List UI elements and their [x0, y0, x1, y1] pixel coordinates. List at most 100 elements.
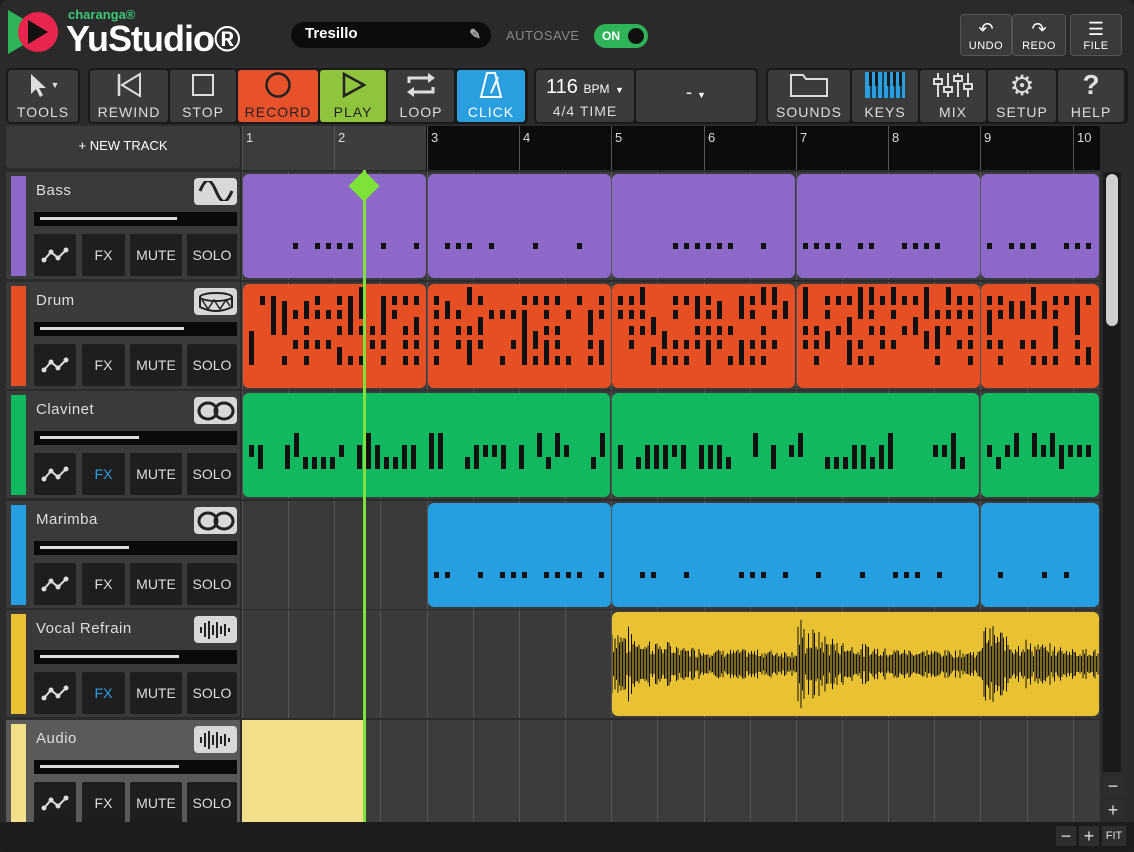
track-header-drum[interactable]: Drum FX MUTE SOLO	[6, 282, 240, 389]
loop-icon[interactable]	[194, 507, 237, 534]
fx-button[interactable]: FX	[82, 563, 125, 605]
mute-button[interactable]: MUTE	[130, 672, 182, 714]
midi-clip[interactable]	[797, 174, 980, 278]
volume-slider[interactable]	[34, 212, 237, 226]
track-header-audio[interactable]: Audio FX MUTE SOLO	[6, 720, 240, 827]
sounds-button[interactable]: SOUNDS	[768, 70, 850, 122]
undo-button[interactable]: ↶ UNDO	[960, 14, 1012, 56]
vertical-zoom-in-button[interactable]: +	[1103, 800, 1123, 820]
tempo-button[interactable]: 116 BPM ▼ 4/4 TIME	[536, 70, 634, 122]
loop-button[interactable]: LOOP	[388, 70, 454, 122]
midi-clip[interactable]	[612, 393, 979, 497]
volume-slider[interactable]	[34, 650, 237, 664]
automation-button[interactable]	[34, 234, 76, 276]
volume-slider[interactable]	[34, 760, 237, 774]
track-lane[interactable]	[242, 501, 1100, 609]
play-button[interactable]: PLAY	[320, 70, 386, 122]
automation-button[interactable]	[34, 672, 76, 714]
volume-slider[interactable]	[34, 541, 237, 555]
track-name[interactable]: Clavinet	[36, 401, 94, 418]
mute-button[interactable]: MUTE	[130, 453, 182, 495]
file-button[interactable]: ☰ FILE	[1070, 14, 1122, 56]
audio-wave-icon[interactable]	[194, 616, 237, 643]
track-lane[interactable]	[242, 610, 1100, 718]
automation-button[interactable]	[34, 344, 76, 386]
vertical-scrollbar[interactable]	[1103, 172, 1121, 772]
midi-clip[interactable]	[428, 503, 611, 607]
horizontal-zoom-out-button[interactable]: −	[1056, 826, 1076, 846]
drum-icon[interactable]	[194, 288, 237, 315]
tools-button[interactable]: ▼ TOOLS	[8, 70, 78, 122]
timeline-ruler[interactable]: 1 2 3 4 5 6 7 8 9 10	[242, 126, 1100, 170]
new-track-button[interactable]: + NEW TRACK	[6, 126, 240, 168]
midi-clip[interactable]	[797, 284, 980, 388]
midi-clip[interactable]	[428, 284, 611, 388]
track-name[interactable]: Bass	[36, 182, 71, 199]
track-name[interactable]: Marimba	[36, 511, 98, 528]
audio-clip[interactable]	[242, 720, 364, 828]
vertical-zoom-out-button[interactable]: −	[1103, 776, 1123, 796]
mute-button[interactable]: MUTE	[130, 344, 182, 386]
track-header-marimba[interactable]: Marimba FX MUTE SOLO	[6, 501, 240, 608]
track-header-bass[interactable]: Bass FX MUTE SOLO	[6, 172, 240, 279]
solo-button[interactable]: SOLO	[187, 453, 237, 495]
help-button[interactable]: ? HELP	[1058, 69, 1124, 122]
mute-button[interactable]: MUTE	[130, 234, 182, 276]
track-name[interactable]: Drum	[36, 292, 75, 309]
track-header-clavinet[interactable]: Clavinet FX MUTE SOLO	[6, 391, 240, 498]
click-button[interactable]: CLICK	[457, 70, 525, 122]
midi-clip[interactable]	[612, 174, 795, 278]
track-lane[interactable]	[242, 391, 1100, 499]
automation-button[interactable]	[34, 782, 76, 824]
setup-button[interactable]: ⚙ SETUP	[988, 70, 1056, 122]
midi-clip[interactable]	[243, 174, 426, 278]
stop-button[interactable]: STOP	[170, 70, 236, 122]
scrollbar-thumb[interactable]	[1106, 174, 1118, 326]
solo-button[interactable]: SOLO	[187, 563, 237, 605]
midi-clip[interactable]	[243, 393, 610, 497]
keys-button[interactable]: KEYS	[852, 70, 918, 122]
fx-button[interactable]: FX	[82, 234, 125, 276]
midi-clip[interactable]	[428, 174, 611, 278]
mute-button[interactable]: MUTE	[130, 563, 182, 605]
key-button[interactable]: - ▼	[636, 70, 756, 122]
fx-button[interactable]: FX	[82, 453, 125, 495]
fx-button[interactable]: FX	[82, 344, 125, 386]
track-name[interactable]: Audio	[36, 730, 77, 747]
volume-slider[interactable]	[34, 322, 237, 336]
solo-button[interactable]: SOLO	[187, 344, 237, 386]
fit-button[interactable]: FIT	[1102, 826, 1126, 846]
rewind-button[interactable]: REWIND	[90, 70, 168, 122]
project-name-field[interactable]: Tresillo ✎	[291, 22, 491, 48]
volume-slider[interactable]	[34, 431, 237, 445]
mute-button[interactable]: MUTE	[130, 782, 182, 824]
fx-button[interactable]: FX	[82, 782, 125, 824]
record-button[interactable]: RECORD	[238, 70, 318, 122]
solo-button[interactable]: SOLO	[187, 234, 237, 276]
solo-button[interactable]: SOLO	[187, 672, 237, 714]
playhead[interactable]	[363, 170, 366, 822]
sine-wave-icon[interactable]	[194, 178, 237, 205]
autosave-toggle[interactable]: ON	[594, 24, 648, 48]
solo-button[interactable]: SOLO	[187, 782, 237, 824]
midi-clip[interactable]	[981, 174, 1099, 278]
audio-wave-icon[interactable]	[194, 726, 237, 753]
track-name[interactable]: Vocal Refrain	[36, 620, 132, 637]
horizontal-zoom-in-button[interactable]: +	[1079, 826, 1099, 846]
redo-button[interactable]: ↷ REDO	[1012, 14, 1066, 56]
midi-clip[interactable]	[981, 393, 1099, 497]
midi-clip[interactable]	[243, 284, 426, 388]
audio-clip[interactable]	[612, 612, 1099, 716]
midi-clip[interactable]	[981, 284, 1099, 388]
automation-button[interactable]	[34, 563, 76, 605]
mix-button[interactable]: MIX	[920, 70, 986, 122]
midi-clip[interactable]	[612, 503, 979, 607]
fx-button[interactable]: FX	[82, 672, 125, 714]
track-header-vocal-refrain[interactable]: Vocal Refrain FX MUTE SOLO	[6, 610, 240, 717]
automation-button[interactable]	[34, 453, 76, 495]
track-lane[interactable]	[242, 282, 1100, 390]
midi-clip[interactable]	[612, 284, 795, 388]
track-lane[interactable]	[242, 720, 1100, 828]
midi-clip[interactable]	[981, 503, 1099, 607]
pencil-icon[interactable]: ✎	[469, 26, 481, 43]
